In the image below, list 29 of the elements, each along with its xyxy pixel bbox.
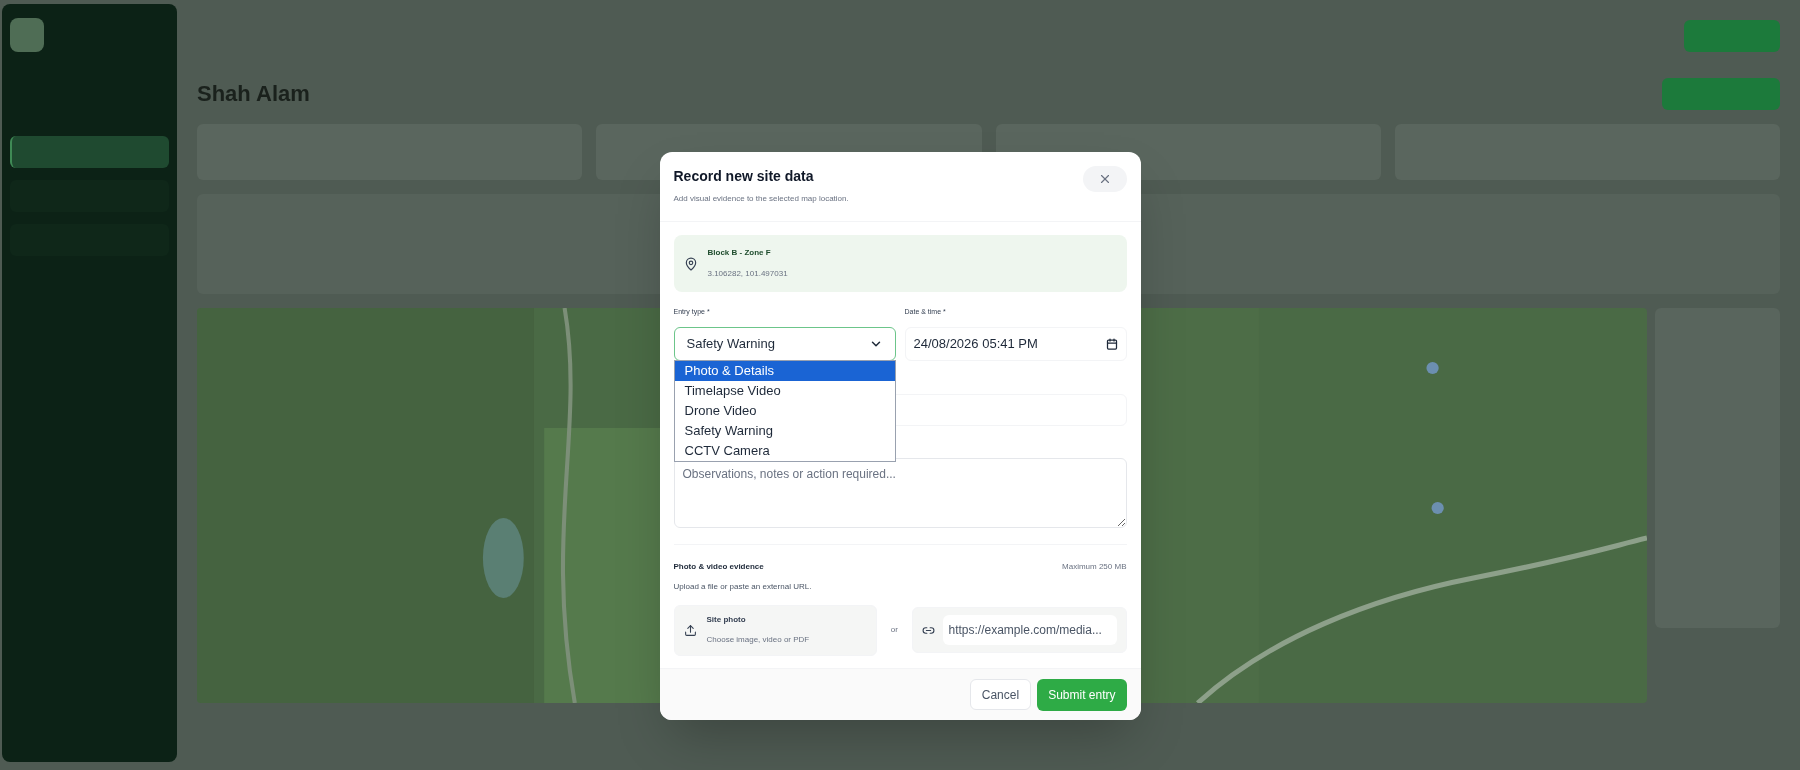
calendar-icon xyxy=(1105,337,1118,350)
date-time-field[interactable]: 24/08/2026 05:41 PM xyxy=(904,326,1127,361)
size-limit: Maximum 250 MB xyxy=(1062,560,1127,573)
dialog-subtitle: Add visual evidence to the selected map location. xyxy=(673,193,849,205)
dropdown-option[interactable]: Photo & Details xyxy=(674,360,895,381)
cancel-button[interactable]: Cancel xyxy=(969,679,1032,710)
app-logo-icon xyxy=(10,18,44,52)
map-pin-icon xyxy=(683,256,698,271)
add-button[interactable] xyxy=(1684,20,1780,52)
page-heading: Shah Alam xyxy=(197,80,310,108)
section-title: Photo & video evidence xyxy=(673,560,764,573)
dropdown-option[interactable]: Drone Video xyxy=(674,400,895,421)
dropdown-option[interactable]: Safety Warning xyxy=(674,420,895,441)
location-coordinates: 3.106282, 101.497031 xyxy=(707,268,788,280)
upload-hint: Choose image, video or PDF xyxy=(706,634,810,646)
sidebar-item[interactable] xyxy=(10,136,169,168)
upload-area[interactable]: Site photo Choose image, video or PDF xyxy=(673,604,877,656)
entry-type-select[interactable]: Safety Warning xyxy=(673,326,896,361)
upload-title: Site photo xyxy=(706,614,747,626)
location-name: Block B - Zone F xyxy=(707,247,772,259)
dialog-title: Record new site data xyxy=(673,167,815,186)
close-button[interactable] xyxy=(1082,166,1127,192)
url-field[interactable]: https://example.com/media... xyxy=(942,615,1117,645)
notes-field[interactable]: Observations, notes or action required... xyxy=(673,457,1127,528)
section-hint: Upload a file or paste an external URL. xyxy=(673,580,813,593)
add-button[interactable] xyxy=(1662,78,1780,110)
separator-text: or xyxy=(889,624,899,636)
upload-icon xyxy=(683,623,697,637)
dropdown-option[interactable]: Timelapse Video xyxy=(674,380,895,401)
